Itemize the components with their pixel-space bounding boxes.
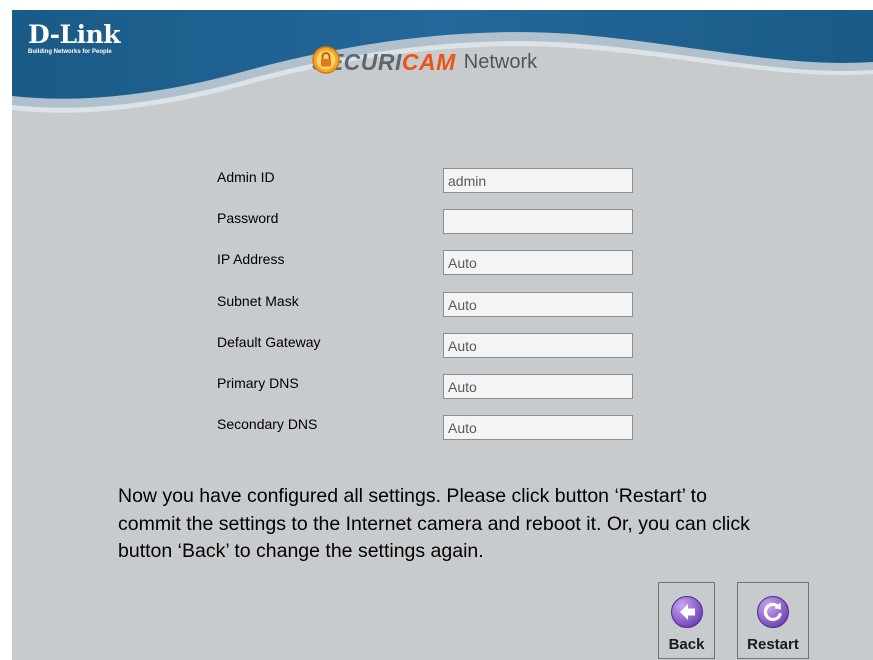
primary-dns-row: Primary DNS [12, 374, 873, 402]
padlock-icon [312, 46, 340, 74]
restart-button-label: Restart [747, 636, 799, 653]
admin-id-label: Admin ID [217, 169, 275, 185]
password-field[interactable] [443, 209, 633, 234]
primary-dns-field[interactable] [443, 374, 633, 399]
default-gateway-field[interactable] [443, 333, 633, 358]
refresh-icon [757, 596, 789, 628]
password-row: Password [12, 209, 873, 237]
subnet-mask-field[interactable] [443, 292, 633, 317]
arrow-left-icon [671, 596, 703, 628]
instruction-text: Now you have configured all settings. Pl… [118, 485, 750, 562]
product-name-part3: Network [463, 50, 538, 73]
securicam-logo: SECURI CAM Network [312, 46, 537, 78]
admin-id-field[interactable] [443, 168, 633, 193]
secondary-dns-label: Secondary DNS [217, 416, 318, 432]
setup-wizard-window: D-Link Building Networks for People SECU… [12, 10, 873, 660]
subnet-mask-label: Subnet Mask [217, 293, 299, 309]
ip-address-row: IP Address [12, 250, 873, 278]
brand-tagline: Building Networks for People [28, 49, 112, 55]
subnet-mask-row: Subnet Mask [12, 292, 873, 320]
primary-dns-label: Primary DNS [217, 375, 299, 391]
admin-id-row: Admin ID [12, 168, 873, 196]
ip-address-field[interactable] [443, 250, 633, 275]
back-button-label: Back [668, 636, 705, 653]
default-gateway-row: Default Gateway [12, 333, 873, 361]
secondary-dns-row: Secondary DNS [12, 415, 873, 443]
dlink-logo: D-Link Building Networks for People [28, 20, 121, 56]
brand-name: D-Link [28, 20, 121, 49]
ip-address-label: IP Address [217, 251, 285, 267]
back-button[interactable]: Back [658, 582, 715, 659]
secondary-dns-field[interactable] [443, 415, 633, 440]
product-name-part2: CAM [401, 48, 456, 75]
password-label: Password [217, 210, 279, 226]
default-gateway-label: Default Gateway [217, 334, 321, 350]
header-banner: D-Link Building Networks for People SECU… [12, 10, 873, 120]
restart-button[interactable]: Restart [737, 582, 809, 659]
